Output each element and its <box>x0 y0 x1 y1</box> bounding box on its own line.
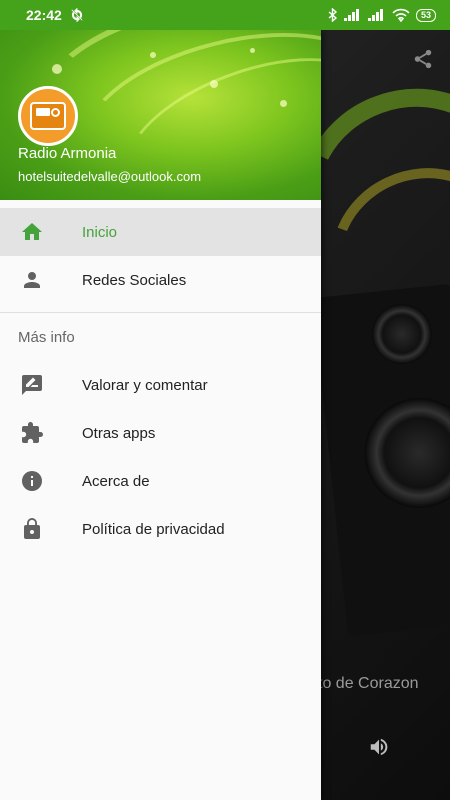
person-icon <box>24 272 40 288</box>
drawer-menu: Inicio Redes Sociales Más info Valorar y… <box>0 208 321 553</box>
menu-item-redes-sociales[interactable]: Redes Sociales <box>0 256 321 304</box>
status-bar: 22:42 53 <box>0 0 450 30</box>
share-icon[interactable] <box>412 48 434 70</box>
battery-level: 53 <box>415 8 436 22</box>
menu-item-otras-apps[interactable]: Otras apps <box>0 409 321 457</box>
menu-item-label: Acerca de <box>82 472 150 490</box>
menu-item-label: Inicio <box>82 223 118 241</box>
menu-item-valorar[interactable]: Valorar y comentar <box>0 361 321 409</box>
sync-off-icon <box>71 8 83 22</box>
menu-item-label: Otras apps <box>82 424 156 442</box>
menu-item-label: Política de privacidad <box>82 520 225 538</box>
signal-icon <box>343 9 359 21</box>
extension-icon <box>22 422 43 443</box>
section-title-mas-info: Más info <box>18 328 75 346</box>
home-icon <box>22 223 42 240</box>
rate-review-icon <box>22 375 42 395</box>
bluetooth-icon <box>328 8 338 22</box>
menu-item-inicio[interactable]: Inicio <box>0 208 321 256</box>
info-icon <box>22 471 42 491</box>
app-name: Radio Armonia <box>18 145 117 162</box>
status-time: 22:42 <box>26 7 62 23</box>
radio-icon <box>30 102 66 130</box>
menu-item-label: Valorar y comentar <box>82 376 208 394</box>
lock-icon <box>24 518 40 539</box>
wifi-icon <box>392 8 410 22</box>
now-playing-title: to de Corazon <box>318 675 419 692</box>
volume-icon[interactable] <box>366 736 392 758</box>
menu-item-label: Redes Sociales <box>82 271 187 289</box>
signal-icon-2 <box>367 9 383 21</box>
account-email: hotelsuitedelvalle@outlook.com <box>18 169 202 184</box>
radio-logo-avatar <box>18 86 78 146</box>
drawer-header: Radio Armonia hotelsuitedelvalle@outlook… <box>0 30 321 200</box>
menu-item-acerca-de[interactable]: Acerca de <box>0 457 321 505</box>
navigation-drawer: Radio Armonia hotelsuitedelvalle@outlook… <box>0 30 321 800</box>
speaker-image <box>312 283 450 637</box>
menu-item-privacidad[interactable]: Política de privacidad <box>0 505 321 553</box>
